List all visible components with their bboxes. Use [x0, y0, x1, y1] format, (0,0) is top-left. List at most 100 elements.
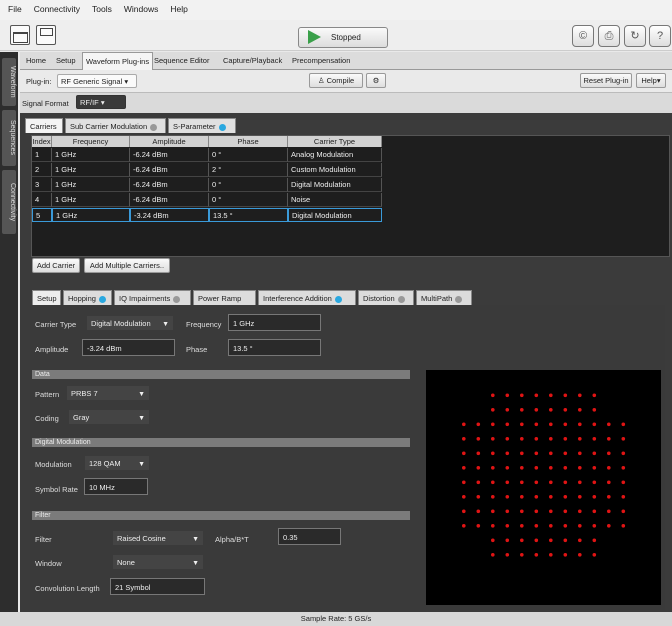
table-cell[interactable]: Digital Modulation: [288, 178, 382, 192]
tab-multipath[interactable]: MultiPath: [416, 290, 472, 305]
nav-setup[interactable]: Setup: [56, 56, 76, 65]
constellation-point: [549, 538, 553, 543]
convolution-length-field[interactable]: 21 Symbol: [110, 578, 205, 595]
copyright-icon[interactable]: ©: [572, 25, 594, 47]
menu-tools[interactable]: Tools: [84, 0, 116, 14]
constellation-point: [534, 451, 539, 456]
table-cell[interactable]: 2: [32, 163, 52, 177]
modulation-select[interactable]: 128 QAM ▼: [84, 455, 150, 471]
table-cell[interactable]: 5: [32, 208, 52, 222]
constellation-point: [563, 480, 568, 485]
table-cell[interactable]: Custom Modulation: [288, 163, 382, 177]
table-cell[interactable]: Analog Modulation: [288, 148, 382, 162]
tab-sub-carrier-modulation[interactable]: Sub Carrier Modulation: [65, 118, 166, 133]
amplitude-field[interactable]: -3.24 dBm: [82, 339, 175, 356]
tab-distortion[interactable]: Distortion: [358, 290, 414, 305]
reset-plugin-button[interactable]: Reset Plug-in: [580, 73, 632, 88]
plugin-select[interactable]: RF Generic Signal ▾: [57, 74, 137, 88]
table-cell[interactable]: 1: [32, 148, 52, 162]
nav-capture-playback[interactable]: Capture/Playback: [223, 56, 282, 65]
tab-setup[interactable]: Setup: [32, 290, 61, 305]
save-icon[interactable]: [36, 25, 56, 45]
table-row[interactable]: 31 GHz -6.24 dBm 0 ° Digital Modulation: [32, 178, 382, 192]
menu-connectivity[interactable]: Connectivity: [26, 0, 84, 14]
table-cell[interactable]: -6.24 dBm: [130, 163, 209, 177]
tab-interference-addition[interactable]: Interference Addition: [258, 290, 356, 305]
column-header[interactable]: Phase: [209, 136, 288, 147]
table-cell[interactable]: Noise: [288, 193, 382, 207]
table-cell[interactable]: 4: [32, 193, 52, 207]
side-tab-waveform[interactable]: Waveform: [2, 58, 16, 106]
table-row[interactable]: 11 GHz -6.24 dBm 0 ° Analog Modulation: [32, 148, 382, 162]
menu-help[interactable]: Help: [162, 0, 191, 14]
print-icon[interactable]: ⎙: [598, 25, 620, 47]
frequency-field[interactable]: 1 GHz: [228, 314, 321, 331]
add-multiple-carriers-button[interactable]: Add Multiple Carriers..: [84, 258, 170, 273]
help-menu-button[interactable]: Help▾: [636, 73, 666, 88]
column-header[interactable]: Index: [32, 136, 52, 147]
signal-format-select[interactable]: RF/IF ▾: [76, 95, 126, 109]
tab-s-parameter[interactable]: S-Parameter: [168, 118, 236, 133]
table-cell[interactable]: 3: [32, 178, 52, 192]
coding-select[interactable]: Gray ▼: [68, 409, 150, 425]
column-header[interactable]: Carrier Type: [288, 136, 382, 147]
settings-gear-icon[interactable]: ⚙: [366, 73, 386, 88]
phase-field[interactable]: 13.5 °: [228, 339, 321, 356]
window-select[interactable]: None ▼: [112, 554, 204, 570]
table-cell[interactable]: 2 °: [209, 163, 288, 177]
nav-home[interactable]: Home: [26, 56, 46, 65]
table-cell[interactable]: 1 GHz: [52, 178, 130, 192]
side-tab-sequences[interactable]: Sequences: [2, 110, 16, 166]
constellation-point: [549, 480, 553, 485]
table-row[interactable]: 21 GHz -6.24 dBm 2 ° Custom Modulation: [32, 163, 382, 177]
table-cell[interactable]: 1 GHz: [52, 208, 130, 222]
menu-file[interactable]: File: [0, 0, 26, 14]
tab-carriers[interactable]: Carriers: [25, 118, 63, 133]
constellation-point: [549, 495, 553, 499]
nav-sequence-editor[interactable]: Sequence Editor: [154, 56, 209, 65]
constellation-point: [505, 437, 510, 441]
add-carrier-button[interactable]: Add Carrier: [32, 258, 80, 273]
side-tab-connectivity[interactable]: Connectivity: [2, 170, 16, 234]
table-cell[interactable]: 0 °: [209, 178, 288, 192]
constellation-point: [592, 509, 597, 514]
constellation-point: [563, 422, 568, 427]
constellation-point: [534, 466, 539, 470]
table-cell[interactable]: 13.5 °: [209, 208, 288, 222]
constellation-point: [578, 422, 582, 427]
table-cell[interactable]: -6.24 dBm: [130, 178, 209, 192]
constellation-point: [578, 437, 582, 441]
plugin-label: Plug-in:: [26, 77, 52, 86]
column-header[interactable]: Amplitude: [130, 136, 209, 147]
tab-power-ramp[interactable]: Power Ramp: [193, 290, 256, 318]
tab-hopping[interactable]: Hopping: [63, 290, 112, 305]
constellation-point: [621, 509, 626, 514]
carrier-type-select[interactable]: Digital Modulation ▼: [86, 315, 174, 331]
status-dot-icon: [334, 295, 342, 303]
refresh-icon[interactable]: ↻: [624, 25, 646, 47]
table-cell[interactable]: -6.24 dBm: [130, 148, 209, 162]
table-cell[interactable]: 0 °: [209, 193, 288, 207]
table-cell[interactable]: 0 °: [209, 148, 288, 162]
compile-button[interactable]: ♙ Compile: [309, 73, 363, 88]
column-header[interactable]: Frequency: [52, 136, 130, 147]
alpha-field[interactable]: 0.35: [278, 528, 341, 545]
table-cell[interactable]: 1 GHz: [52, 193, 130, 207]
tab-iq-impairments[interactable]: IQ Impairments: [114, 290, 191, 305]
symbol-rate-field[interactable]: 10 MHz: [84, 478, 148, 495]
table-row[interactable]: 41 GHz -6.24 dBm 0 ° Noise: [32, 193, 382, 207]
pattern-select[interactable]: PRBS 7 ▼: [66, 385, 150, 401]
table-cell[interactable]: 1 GHz: [52, 163, 130, 177]
table-cell[interactable]: Digital Modulation: [288, 208, 382, 222]
table-row[interactable]: 51 GHz -3.24 dBm 13.5 ° Digital Modulation: [32, 208, 382, 222]
table-cell[interactable]: 1 GHz: [52, 148, 130, 162]
play-stop-button[interactable]: Stopped: [298, 27, 388, 48]
menu-windows[interactable]: Windows: [116, 0, 162, 14]
table-cell[interactable]: -6.24 dBm: [130, 193, 209, 207]
filter-select[interactable]: Raised Cosine ▼: [112, 530, 204, 546]
table-cell[interactable]: -3.24 dBm: [130, 208, 209, 222]
open-folder-icon[interactable]: [10, 25, 30, 45]
nav-precompensation[interactable]: Precompensation: [292, 56, 350, 65]
help-icon[interactable]: ?: [649, 25, 671, 47]
constellation-point: [534, 509, 539, 514]
